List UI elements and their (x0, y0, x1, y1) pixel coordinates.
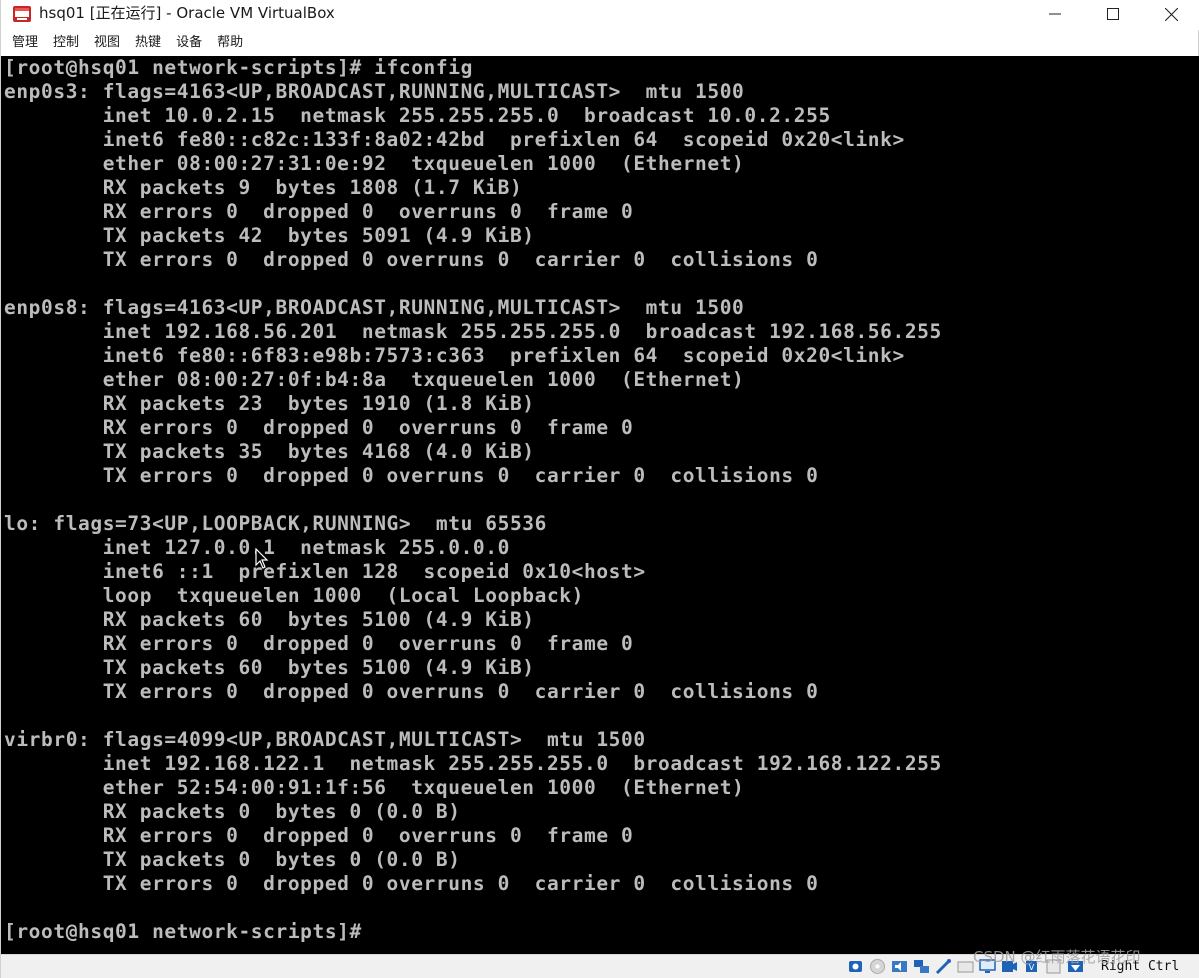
menu-control[interactable]: 控制 (53, 33, 79, 53)
console-line: TX errors 0 dropped 0 overruns 0 carrier… (4, 872, 819, 895)
virtualbox-window: hsq01 [正在运行] - Oracle VM VirtualBox 管理 控… (0, 0, 1199, 978)
console-line: inet6 fe80::6f83:e98b:7573:c363 prefixle… (4, 344, 905, 367)
console-line: TX packets 0 bytes 0 (0.0 B) (4, 848, 461, 871)
title-bar[interactable]: hsq01 [正在运行] - Oracle VM VirtualBox (1, 0, 1199, 30)
console-line: TX errors 0 dropped 0 overruns 0 carrier… (4, 464, 819, 487)
console-line: RX packets 9 bytes 1808 (1.7 KiB) (4, 176, 523, 199)
menu-hotkey[interactable]: 热键 (135, 33, 161, 53)
console-line: RX packets 60 bytes 5100 (4.9 KiB) (4, 608, 535, 631)
virtualbox-app-icon (13, 6, 31, 22)
console-line: inet 192.168.56.201 netmask 255.255.255.… (4, 320, 942, 343)
console-line: inet6 ::1 prefixlen 128 scopeid 0x10<hos… (4, 560, 646, 583)
console-line: [root@hsq01 network-scripts]# (4, 920, 362, 943)
console-line: ether 08:00:27:0f:b4:8a txqueuelen 1000 … (4, 368, 745, 391)
console-line: lo: flags=73<UP,LOOPBACK,RUNNING> mtu 65… (4, 512, 547, 535)
minimize-button[interactable] (1026, 0, 1084, 28)
console-line: TX errors 0 dropped 0 overruns 0 carrier… (4, 248, 819, 271)
console-line: RX errors 0 dropped 0 overruns 0 frame 0 (4, 416, 634, 439)
console-line: inet 10.0.2.15 netmask 255.255.255.0 bro… (4, 104, 831, 127)
audio-icon[interactable] (891, 958, 908, 975)
console-line: TX packets 60 bytes 5100 (4.9 KiB) (4, 656, 535, 679)
console-line: inet6 fe80::c82c:133f:8a02:42bd prefixle… (4, 128, 905, 151)
shared-folders-icon[interactable] (957, 958, 974, 975)
menu-bar: 管理 控制 视图 热键 设备 帮助 (1, 32, 258, 54)
console-line: loop txqueuelen 1000 (Local Loopback) (4, 584, 584, 607)
menu-devices[interactable]: 设备 (176, 33, 202, 53)
optical-disk-icon[interactable] (869, 958, 886, 975)
console-line: inet 192.168.122.1 netmask 255.255.255.0… (4, 752, 942, 775)
console-line: RX errors 0 dropped 0 overruns 0 frame 0 (4, 200, 634, 223)
maximize-button[interactable] (1084, 0, 1142, 28)
hard-disk-icon[interactable] (847, 958, 864, 975)
network-icon[interactable] (913, 958, 930, 975)
console-line: RX errors 0 dropped 0 overruns 0 frame 0 (4, 824, 634, 847)
menu-manage[interactable]: 管理 (12, 33, 38, 53)
window-title: hsq01 [正在运行] - Oracle VM VirtualBox (39, 4, 335, 22)
csdn-watermark: CSDN @红雨落花语花印 (973, 948, 1141, 966)
maximize-icon (1107, 8, 1119, 20)
console-line: enp0s8: flags=4163<UP,BROADCAST,RUNNING,… (4, 296, 745, 319)
console-line: RX packets 0 bytes 0 (0.0 B) (4, 800, 461, 823)
menu-help[interactable]: 帮助 (217, 33, 243, 53)
console-line: TX packets 42 bytes 5091 (4.9 KiB) (4, 224, 535, 247)
menu-view[interactable]: 视图 (94, 33, 120, 53)
console-line: TX errors 0 dropped 0 overruns 0 carrier… (4, 680, 819, 703)
console-line: RX packets 23 bytes 1910 (1.8 KiB) (4, 392, 535, 415)
console-line: ether 08:00:27:31:0e:92 txqueuelen 1000 … (4, 152, 745, 175)
console-line: [root@hsq01 network-scripts]# ifconfig (4, 56, 473, 79)
mouse-pointer-icon (255, 548, 269, 569)
close-button[interactable] (1142, 0, 1199, 28)
close-icon (1164, 7, 1178, 21)
vm-console-screen[interactable]: [root@hsq01 network-scripts]# ifconfig en… (1, 56, 1199, 954)
console-line: RX errors 0 dropped 0 overruns 0 frame 0 (4, 632, 634, 655)
console-line: virbr0: flags=4099<UP,BROADCAST,MULTICAS… (4, 728, 646, 751)
console-line: enp0s3: flags=4163<UP,BROADCAST,RUNNING,… (4, 80, 745, 103)
usb-icon[interactable] (935, 958, 952, 975)
minimize-icon (1049, 13, 1061, 15)
window-controls (1026, 0, 1199, 28)
console-line: TX packets 35 bytes 4168 (4.0 KiB) (4, 440, 535, 463)
console-line: ether 52:54:00:91:1f:56 txqueuelen 1000 … (4, 776, 745, 799)
